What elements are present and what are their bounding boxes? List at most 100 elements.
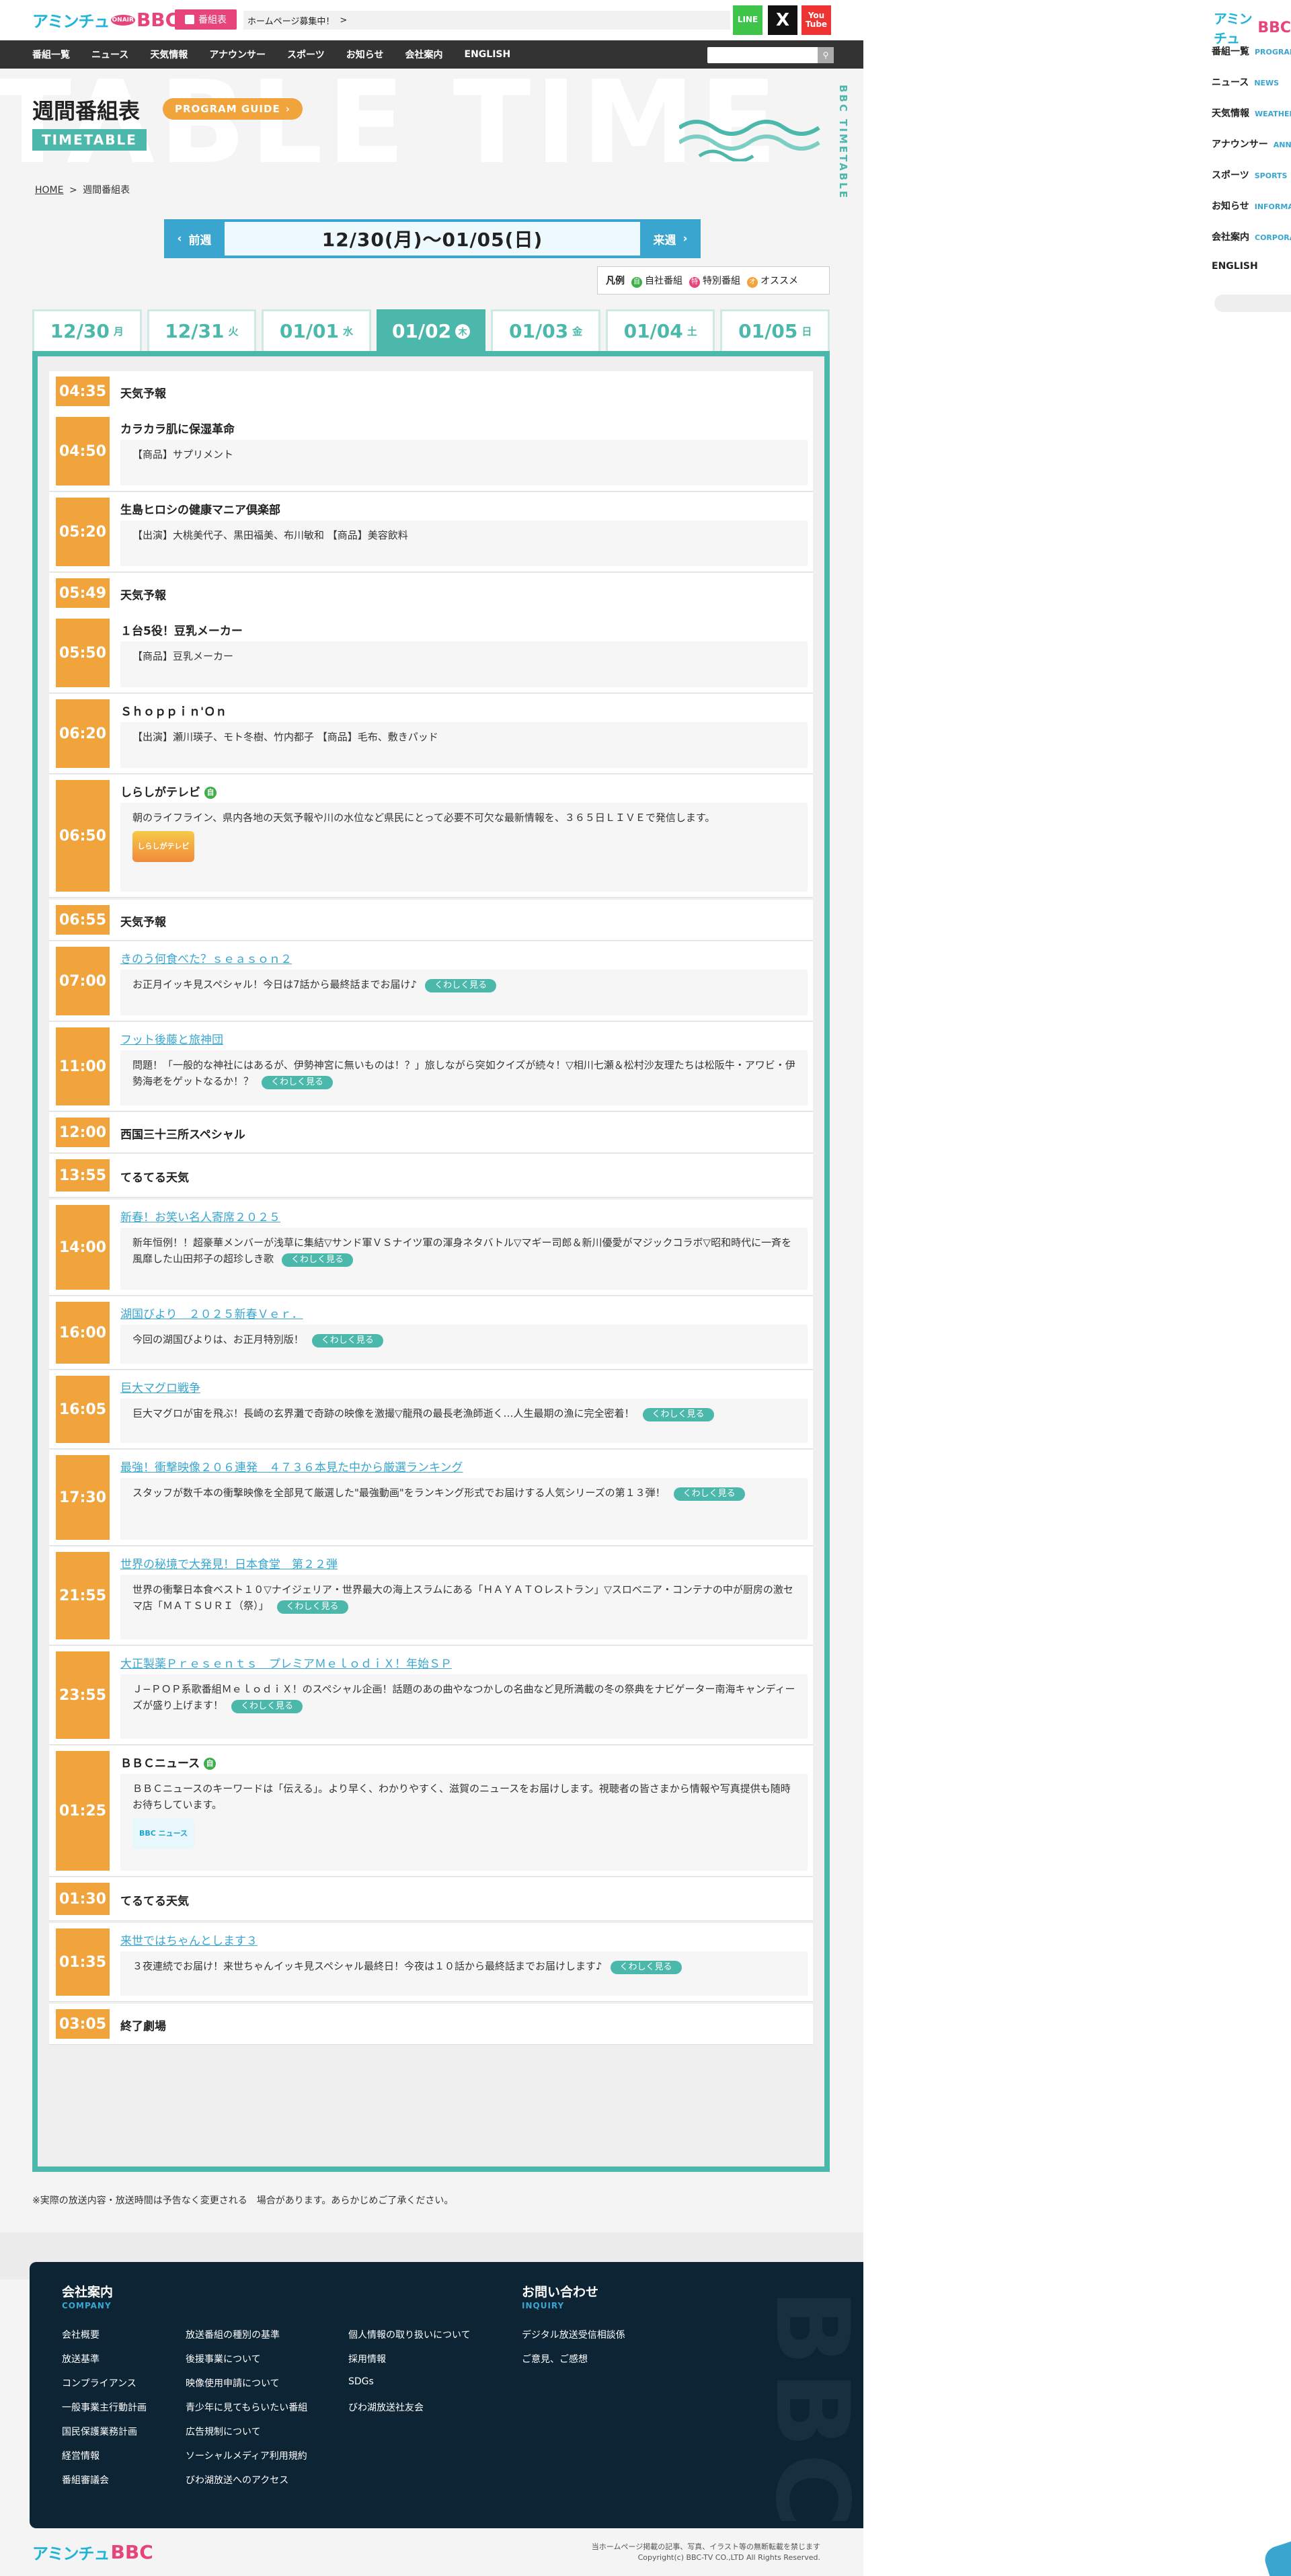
- program-row[interactable]: 05:20 生島ヒロシの健康マニア倶楽部 【出演】大桃美代子、黒田福美、布川敏和 【…: [49, 492, 813, 572]
- program-title[interactable]: きのう何食べた？ｓｅａｓｏｎ２: [120, 949, 292, 966]
- tab-weekday: 金: [572, 325, 583, 338]
- program-title[interactable]: 世界の秘境で大発見！日本食堂 第２２弾: [120, 1555, 338, 1571]
- footer-link[interactable]: 個人情報の取り扱いについて: [348, 2328, 471, 2341]
- youtube-icon: You Tube: [805, 10, 828, 29]
- more-details-button[interactable]: くわしく見る: [311, 1334, 383, 1348]
- program-description: お正月イッキ見スペシャル！今日は7話から最終話までお届け♪ くわしく見る: [120, 970, 808, 1015]
- program-guide-button[interactable]: PROGRAM GUIDE ›: [163, 98, 303, 120]
- footer-link[interactable]: ご意見、ご感想: [522, 2352, 588, 2366]
- more-details-button[interactable]: くわしく見る: [425, 979, 497, 992]
- side-logo[interactable]: アミンチュ BBC: [1214, 8, 1291, 47]
- side-menu-item[interactable]: アナウンサー ANNOUNCER: [1212, 137, 1291, 151]
- footer-link[interactable]: SDGs: [348, 2376, 374, 2387]
- breadcrumb-home[interactable]: HOME: [35, 185, 63, 196]
- more-details-button[interactable]: くわしく見る: [610, 1961, 682, 1974]
- side-menu-item[interactable]: ENGLISH: [1212, 261, 1258, 272]
- program-row[interactable]: 01:25 ＢＢＣニュース自 ＢＢＣニュースのキーワードは「伝える」。より早く、わか…: [49, 1746, 813, 1876]
- program-time: 23:55: [56, 1651, 110, 1739]
- footer-link[interactable]: 国民保護業務計画: [62, 2425, 137, 2438]
- footer-link[interactable]: 後援事業について: [186, 2352, 261, 2366]
- footer-link[interactable]: 放送番組の種別の基準: [186, 2328, 280, 2341]
- day-tab[interactable]: 12/31 火: [147, 309, 257, 351]
- site-logo[interactable]: アミンチュ ONAIR BBC: [32, 8, 179, 32]
- line-button[interactable]: LINE: [733, 5, 762, 35]
- program-title[interactable]: 湖国びより ２０２５新春Ｖｅｒ．: [120, 1304, 303, 1321]
- program-title-text: 西国三十三所スペシャル: [120, 1128, 245, 1142]
- x-button[interactable]: X: [768, 5, 797, 35]
- program-description-text: 今回の湖国びよりは、お正月特別版！: [132, 1333, 304, 1345]
- prev-week-button[interactable]: ‹ 前週: [164, 219, 225, 258]
- chevron-right-icon: ›: [682, 232, 688, 245]
- program-title-text: 来世ではちゃんとします３: [120, 1935, 258, 1948]
- program-row[interactable]: 05:50 １台5役！豆乳メーカー 【商品】豆乳メーカー: [49, 613, 813, 693]
- program-title-text: 終了劇場: [120, 2020, 166, 2033]
- footer-link[interactable]: 経営情報: [62, 2449, 100, 2462]
- more-details-button[interactable]: くわしく見る: [262, 1076, 334, 1089]
- footer-link[interactable]: ソーシャルメディア利用規約: [186, 2449, 307, 2462]
- side-menu-item[interactable]: ニュース NEWS: [1212, 75, 1279, 89]
- logo-text: アミンチュ: [1214, 11, 1253, 46]
- footer-link[interactable]: 採用情報: [348, 2352, 386, 2366]
- program-row[interactable]: 06:50 しらしがテレビ自朝のライフライン、県内各地の天気予報や川の水位など県民…: [49, 775, 813, 897]
- program-row[interactable]: 11:00 フット後藤と旅神団 問題！「一般的な神社にはあるが、伊勢神宮に無いものは…: [49, 1022, 813, 1111]
- news-ticker[interactable]: ホームページ募集中！ >: [243, 11, 730, 30]
- program-row: 13:55 てるてる天気: [49, 1154, 813, 1197]
- tab-weekday: 日: [801, 325, 812, 338]
- program-title[interactable]: 最強！衝撃映像２０６連発 ４７３６本見た中から厳選ランキング: [120, 1458, 463, 1475]
- program-title[interactable]: 巨大マグロ戦争: [120, 1378, 200, 1395]
- footer-logo[interactable]: アミンチュ BBC: [32, 2540, 153, 2564]
- program-row[interactable]: 04:50 カラカラ肌に保湿革命 【商品】サプリメント: [49, 412, 813, 491]
- side-menu-item[interactable]: スポーツ SPORTS: [1212, 168, 1287, 182]
- day-tab-active[interactable]: 01/02 木: [376, 309, 486, 351]
- side-menu-item[interactable]: 天気情報 WEATHER: [1212, 106, 1291, 120]
- youtube-button[interactable]: You Tube: [801, 5, 831, 35]
- program-title-text: 新春！お笑い名人寄席２０２５: [120, 1211, 280, 1224]
- footer-link[interactable]: びわ湖放送社友会: [348, 2401, 424, 2414]
- program-row[interactable]: 16:05 巨大マグロ戦争 巨大マグロが宙を飛ぶ！長崎の玄界灘で奇跡の映像を激撮▽龍…: [49, 1370, 813, 1448]
- program-title[interactable]: 大正製薬Ｐｒｅｓｅｎｔｓ プレミアＭｅｌｏｄｉＸ！年始ＳＰ: [120, 1654, 452, 1671]
- program-title-text: 巨大マグロ戦争: [120, 1382, 200, 1395]
- program-title[interactable]: 来世ではちゃんとします３: [120, 1931, 258, 1948]
- program-row[interactable]: 17:30 最強！衝撃映像２０６連発 ４７３６本見た中から厳選ランキング スタッフが…: [49, 1450, 813, 1545]
- footer-link[interactable]: 広告規制について: [186, 2425, 261, 2438]
- program-row[interactable]: 14:00 新春！お笑い名人寄席２０２５ 新年恒例！！超豪華メンバーが浅草に集結▽サ…: [49, 1200, 813, 1295]
- timetable-button[interactable]: 番組表: [175, 9, 237, 30]
- footer-link[interactable]: びわ湖放送へのアクセス: [186, 2473, 288, 2487]
- footer-link[interactable]: コンプライアンス: [62, 2376, 136, 2390]
- footer-link[interactable]: デジタル放送受信相談係: [522, 2328, 625, 2341]
- day-tab[interactable]: 01/01 水: [262, 309, 371, 351]
- footer-link[interactable]: 番組審議会: [62, 2473, 109, 2487]
- day-tab[interactable]: 01/05 日: [720, 309, 830, 351]
- program-row[interactable]: 06:20 Ｓｈｏｐｐｉｎ'Ｏｎ 【出演】瀬川瑛子、モト冬樹、竹内都子 【商品】毛布…: [49, 694, 813, 773]
- side-search-input[interactable]: [1214, 295, 1291, 312]
- day-tab[interactable]: 01/03 金: [491, 309, 600, 351]
- program-row[interactable]: 16:00 湖国びより ２０２５新春Ｖｅｒ． 今回の湖国びよりは、お正月特別版！ くわ…: [49, 1296, 813, 1369]
- footer-link[interactable]: 青少年に見てもらいたい番組: [186, 2401, 307, 2414]
- program-title[interactable]: 新春！お笑い名人寄席２０２５: [120, 1208, 280, 1224]
- footer-link[interactable]: 映像使用申請について: [186, 2376, 280, 2390]
- footer-link[interactable]: 一般事業主行動計画: [62, 2401, 147, 2414]
- day-tab[interactable]: 01/04 土: [605, 309, 715, 351]
- tab-weekday: 火: [228, 325, 239, 338]
- program-row[interactable]: 21:55 世界の秘境で大発見！日本食堂 第２２弾 世界の衝撃日本食ベスト１０▽ナイ…: [49, 1547, 813, 1645]
- side-menu-item[interactable]: お知らせ INFORMATION: [1212, 199, 1291, 212]
- more-details-button[interactable]: くわしく見る: [231, 1700, 303, 1713]
- day-tab[interactable]: 12/30 月: [32, 309, 142, 351]
- more-details-button[interactable]: くわしく見る: [282, 1253, 354, 1267]
- program-row[interactable]: 01:35 来世ではちゃんとします３ ３夜連続でお届け！来世ちゃんイッキ見スペシャル…: [49, 1923, 813, 2001]
- more-details-button[interactable]: くわしく見る: [673, 1487, 745, 1501]
- program-row: 03:05 終了劇場: [49, 2004, 813, 2044]
- more-details-button[interactable]: くわしく見る: [642, 1408, 714, 1421]
- side-menu-item[interactable]: 番組一覧 PROGRAM: [1212, 44, 1291, 58]
- program-title[interactable]: フット後藤と旅神団: [120, 1030, 223, 1047]
- search-icon[interactable]: ⚲: [818, 47, 834, 63]
- program-title: カラカラ肌に保湿革命: [120, 420, 235, 436]
- program-description: ＢＢＣニュースのキーワードは「伝える」。より早く、わかりやすく、滋賀のニュースを…: [120, 1774, 808, 1871]
- program-row[interactable]: 23:55 大正製薬Ｐｒｅｓｅｎｔｓ プレミアＭｅｌｏｄｉＸ！年始ＳＰ Ｊ−ＰＯＰ系…: [49, 1646, 813, 1744]
- footer-link[interactable]: 放送基準: [62, 2352, 100, 2366]
- program-row[interactable]: 07:00 きのう何食べた？ｓｅａｓｏｎ２ お正月イッキ見スペシャル！今日は7話から…: [49, 941, 813, 1021]
- side-menu-item[interactable]: 会社案内 CORPORATE: [1212, 230, 1291, 243]
- next-week-button[interactable]: 来週 ›: [640, 219, 701, 258]
- more-details-button[interactable]: くわしく見る: [276, 1600, 348, 1614]
- footer-link[interactable]: 会社概要: [62, 2328, 100, 2341]
